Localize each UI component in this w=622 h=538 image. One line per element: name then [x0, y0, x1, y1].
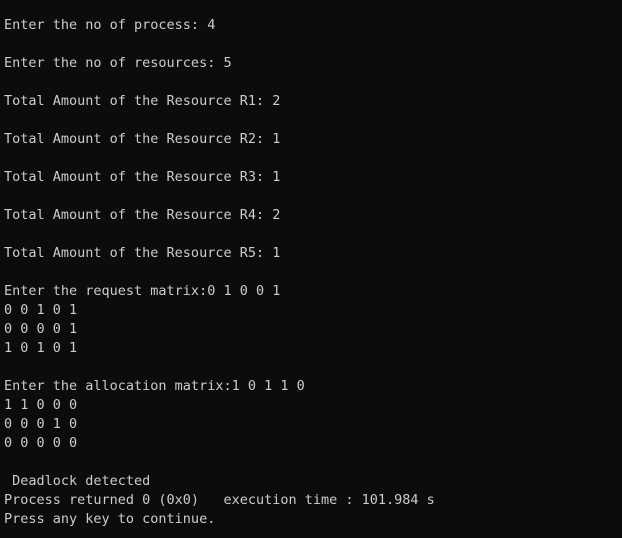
- console-line: 0 0 1 0 1: [4, 302, 78, 318]
- console-line: Total Amount of the Resource R3: 1: [4, 169, 281, 185]
- console-line: Press any key to continue.: [4, 511, 216, 527]
- console-line: 0 0 0 1 0: [4, 416, 78, 432]
- console-line: Total Amount of the Resource R4: 2: [4, 207, 281, 223]
- console-line: Process returned 0 (0x0) execution time …: [4, 492, 435, 508]
- console-line: Enter the no of process: 4: [4, 17, 216, 33]
- console-line: 0 0 0 0 1: [4, 321, 78, 337]
- console-line: 1 0 1 0 1: [4, 340, 78, 356]
- console-output: Enter the no of process: 4 Enter the no …: [0, 0, 622, 538]
- console-line: Total Amount of the Resource R5: 1: [4, 245, 281, 261]
- console-line: 0 0 0 0 0: [4, 435, 78, 451]
- console-line: Enter the no of resources: 5: [4, 55, 232, 71]
- console-line: 1 1 0 0 0: [4, 397, 78, 413]
- console-line: Total Amount of the Resource R1: 2: [4, 93, 281, 109]
- console-line: Enter the allocation matrix:1 0 1 1 0: [4, 378, 305, 394]
- console-line: Deadlock detected: [4, 473, 151, 489]
- console-line: Enter the request matrix:0 1 0 0 1: [4, 283, 281, 299]
- console-line: Total Amount of the Resource R2: 1: [4, 131, 281, 147]
